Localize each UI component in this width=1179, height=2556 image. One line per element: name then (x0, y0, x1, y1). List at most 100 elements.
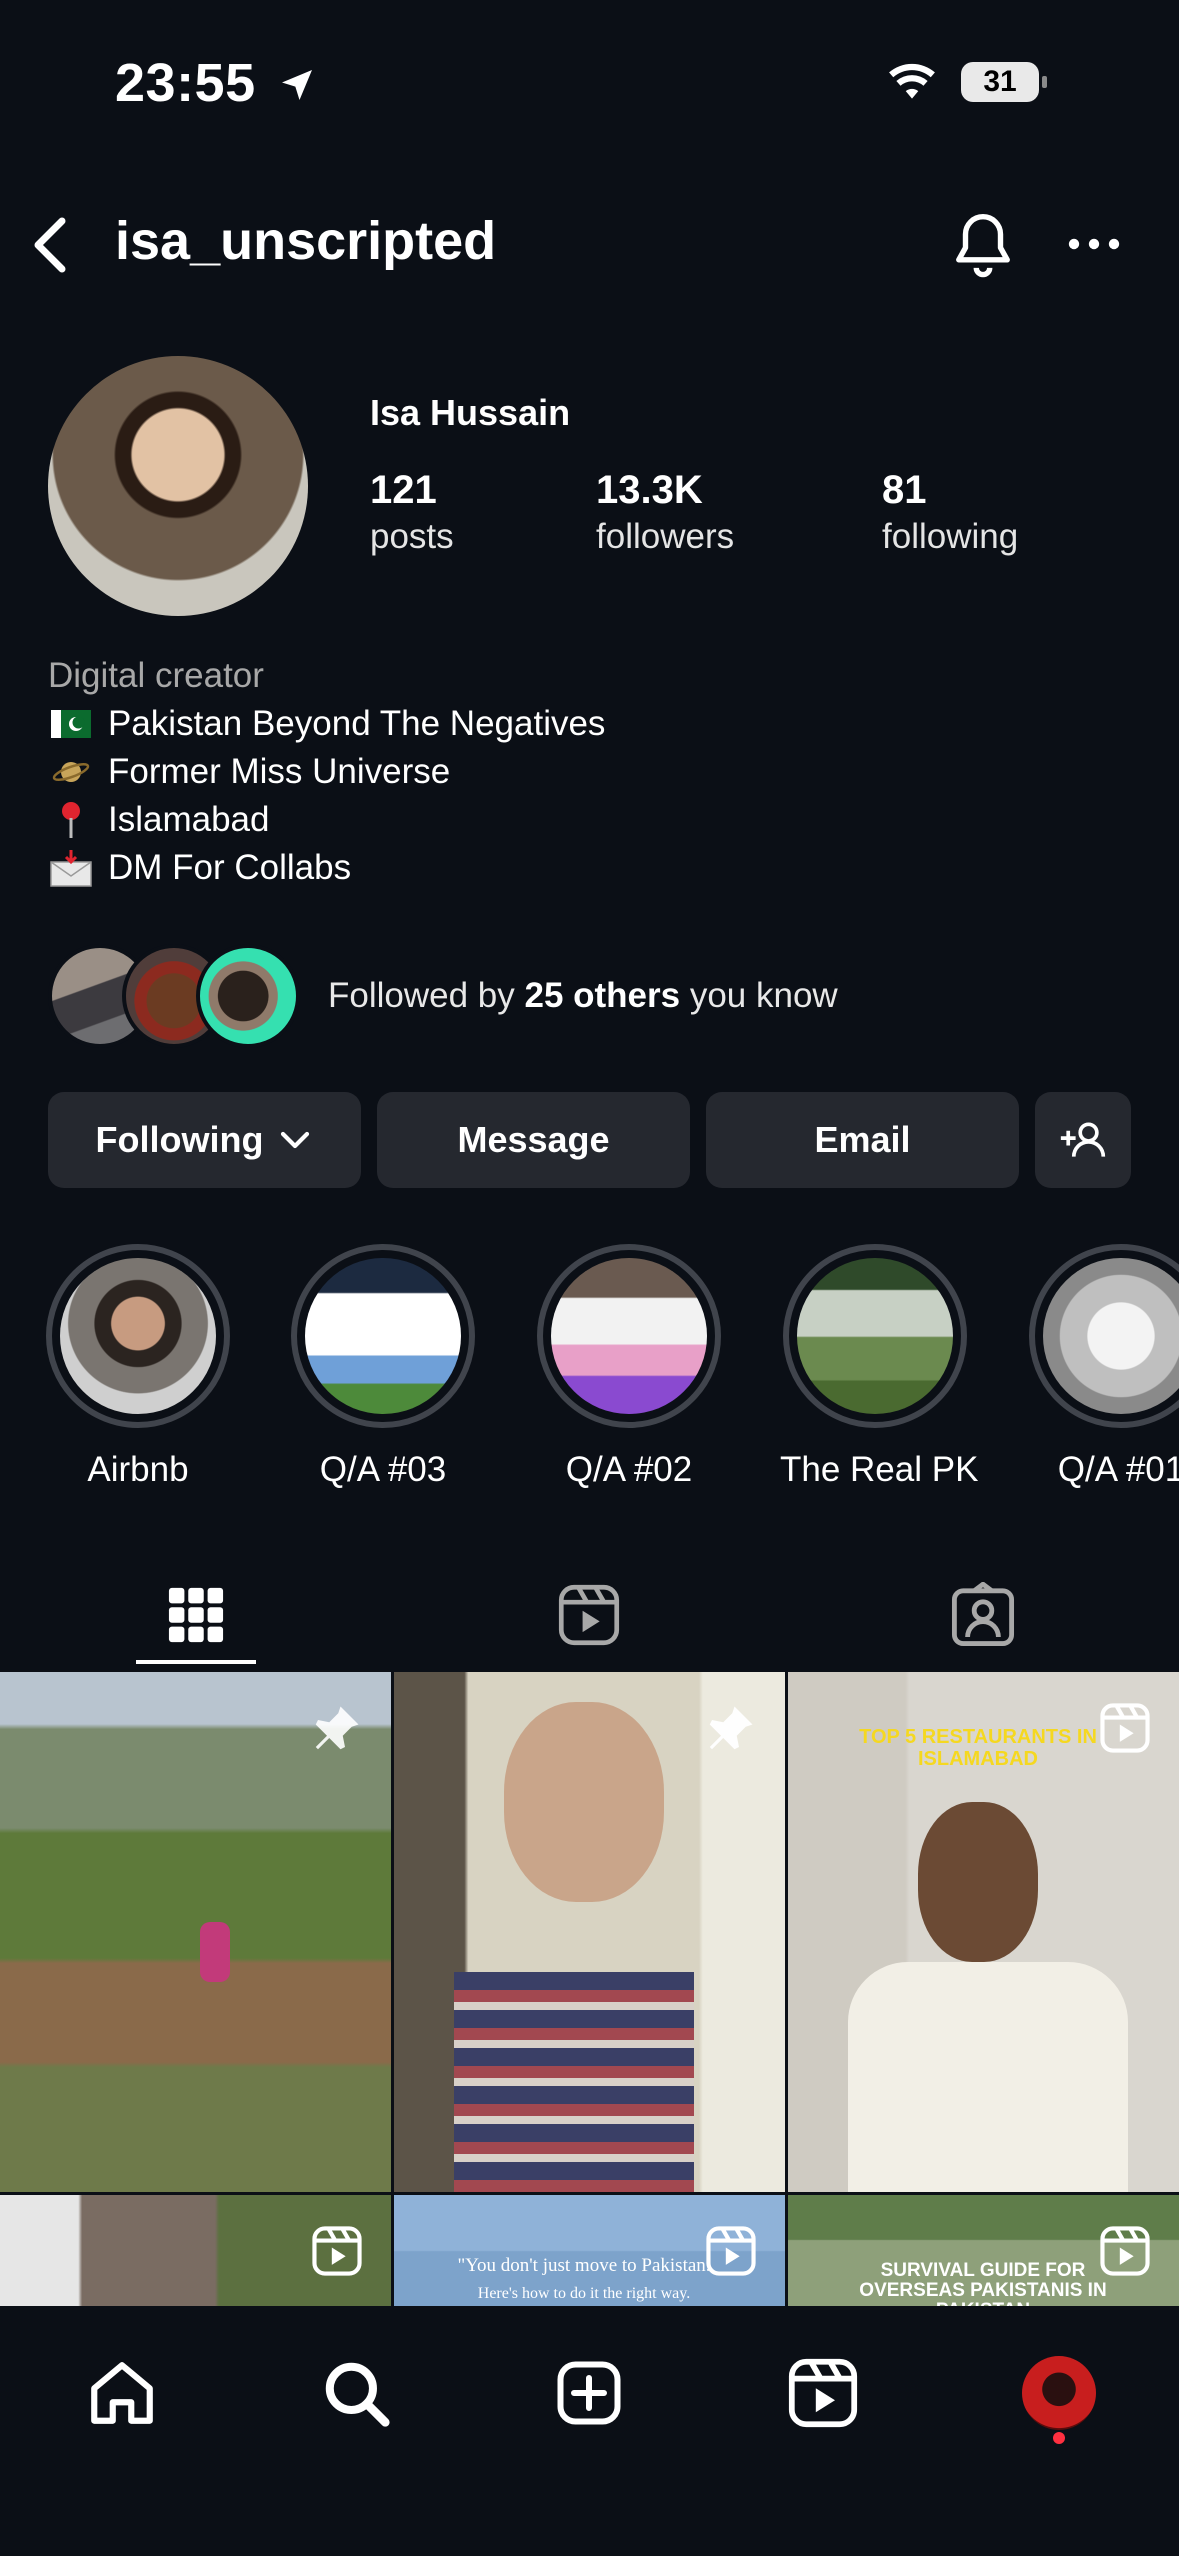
highlight-airbnb[interactable]: Airbnb (43, 1244, 233, 1490)
pin-post-icon (709, 1706, 753, 1750)
reels-icon (558, 1584, 620, 1646)
battery-icon: 31 (961, 62, 1047, 102)
stat-followers[interactable]: 13.3K followers (596, 468, 734, 557)
email-button[interactable]: Email (706, 1092, 1019, 1188)
profile-avatar-small (1022, 2356, 1096, 2430)
bio-line: Pakistan Beyond The Negatives (48, 700, 605, 748)
profile-bio: Digital creator Pakistan Beyond The Nega… (48, 652, 605, 892)
photo-child (504, 1702, 664, 1902)
bio-text: Former Miss Universe (108, 752, 451, 791)
mutual-count: 25 others (524, 976, 681, 1015)
status-indicators: 31 (887, 62, 1047, 102)
display-name: Isa Hussain (370, 392, 571, 433)
bio-line: Former Miss Universe (48, 748, 605, 796)
stat-following[interactable]: 81 following (882, 468, 1018, 557)
post-thumbnail[interactable] (394, 1672, 785, 2192)
mutual-followers-text: Followed by 25 others you know (328, 976, 838, 1016)
category-label: Digital creator (48, 656, 264, 695)
wifi-icon (889, 63, 935, 99)
envelope-icon (48, 848, 94, 888)
highlight-the-real-pk[interactable]: The Real PK (780, 1244, 979, 1490)
status-time-text: 23:55 (115, 53, 256, 113)
nav-reels[interactable] (778, 2348, 868, 2438)
nav-create[interactable] (544, 2348, 634, 2438)
more-icon (1068, 238, 1120, 250)
photo-shirt (848, 1962, 1128, 2192)
photo-shirt (454, 1972, 694, 2192)
mutual-prefix: Followed by (328, 976, 525, 1015)
message-button[interactable]: Message (377, 1092, 690, 1188)
nav-home[interactable] (77, 2348, 167, 2438)
grid-icon (168, 1587, 224, 1643)
highlight-ring (291, 1244, 475, 1428)
following-button-label: Following (95, 1119, 264, 1160)
chevron-left-icon (34, 217, 66, 273)
pin-icon (48, 800, 94, 840)
add-person-icon (1060, 1122, 1106, 1157)
highlight-label: Q/A #02 (565, 1450, 693, 1489)
highlight-ring (46, 1244, 230, 1428)
post-caption-overlay: Here's how to do it the right way. (477, 2285, 691, 2302)
highlight-label: Q/A #03 (319, 1450, 447, 1489)
highlight-qa-03[interactable]: Q/A #03 (288, 1244, 478, 1490)
bell-icon (956, 214, 1010, 278)
highlight-qa-02[interactable]: Q/A #02 (534, 1244, 724, 1490)
bio-text: DM For Collabs (108, 848, 352, 887)
bio-text: Islamabad (108, 800, 270, 839)
nav-search[interactable] (311, 2348, 401, 2438)
following-button[interactable]: Following (48, 1092, 361, 1188)
highlight-cover (1043, 1258, 1179, 1414)
following-count: 81 (882, 468, 927, 512)
post-caption-overlay: TOP 5 RESTAURANTS IN ISLAMABAD (859, 1726, 1097, 1770)
highlight-label: Q/A #01 (1057, 1450, 1179, 1489)
tab-posts-grid[interactable] (101, 1560, 291, 1670)
pin-post-icon (315, 1706, 359, 1750)
reel-icon (1100, 1703, 1150, 1753)
highlight-cover (551, 1258, 707, 1414)
mutual-avatar (196, 944, 300, 1048)
highlight-ring (783, 1244, 967, 1428)
following-label: following (882, 517, 1019, 556)
back-button[interactable] (20, 210, 80, 280)
location-arrow-icon (282, 70, 313, 100)
highlight-ring (537, 1244, 721, 1428)
bio-line: Islamabad (48, 796, 605, 844)
bio-line: DM For Collabs (48, 844, 605, 892)
mutual-suffix: you know (680, 976, 838, 1015)
post-thumbnail[interactable] (0, 1672, 391, 2192)
nav-profile[interactable] (1014, 2348, 1104, 2438)
post-caption-overlay: "You don't just move to Pakistan. (457, 2255, 711, 2276)
pakistan-flag-icon (48, 704, 94, 744)
reel-icon (706, 2226, 756, 2276)
more-options-button[interactable] (1066, 226, 1122, 267)
bottom-navigation (0, 2306, 1179, 2556)
posts-label: posts (370, 517, 454, 556)
post-thumbnail[interactable]: SURVIVAL GUIDE FOR OVERSEAS PAKISTANIS I… (788, 2195, 1179, 2306)
highlight-label: Airbnb (87, 1450, 189, 1489)
suggested-users-button[interactable] (1035, 1092, 1131, 1188)
post-caption-overlay: SURVIVAL GUIDE FOR OVERSEAS PAKISTANIS I… (859, 2260, 1107, 2307)
post-thumbnail[interactable]: TOP 5 RESTAURANTS IN ISLAMABAD (788, 1672, 1179, 2192)
active-tab-indicator (136, 1660, 256, 1664)
post-thumbnail[interactable] (0, 2195, 391, 2306)
highlight-ring (1029, 1244, 1179, 1428)
stat-posts[interactable]: 121 posts (370, 468, 454, 557)
posts-count: 121 (370, 468, 437, 512)
highlight-cover (305, 1258, 461, 1414)
highlight-label: The Real PK (780, 1450, 979, 1489)
tab-reels[interactable] (494, 1560, 684, 1670)
tagged-person-icon (951, 1582, 1015, 1647)
mutual-followers[interactable]: Followed by 25 others you know (48, 944, 838, 1048)
email-button-label: Email (814, 1119, 911, 1160)
create-post-icon (557, 2361, 621, 2425)
post-thumbnail[interactable]: "You don't just move to Pakistan. Here's… (394, 2195, 785, 2306)
reels-icon (788, 2358, 858, 2428)
highlight-qa-01[interactable]: Q/A #01 (1026, 1244, 1179, 1490)
tab-tagged[interactable] (888, 1560, 1078, 1670)
profile-avatar[interactable] (48, 356, 308, 616)
reel-icon (312, 2226, 362, 2276)
reel-icon (1100, 2226, 1150, 2276)
status-time: 23:55 (115, 52, 317, 114)
home-icon (91, 2362, 153, 2424)
notifications-button[interactable] (950, 210, 1016, 285)
